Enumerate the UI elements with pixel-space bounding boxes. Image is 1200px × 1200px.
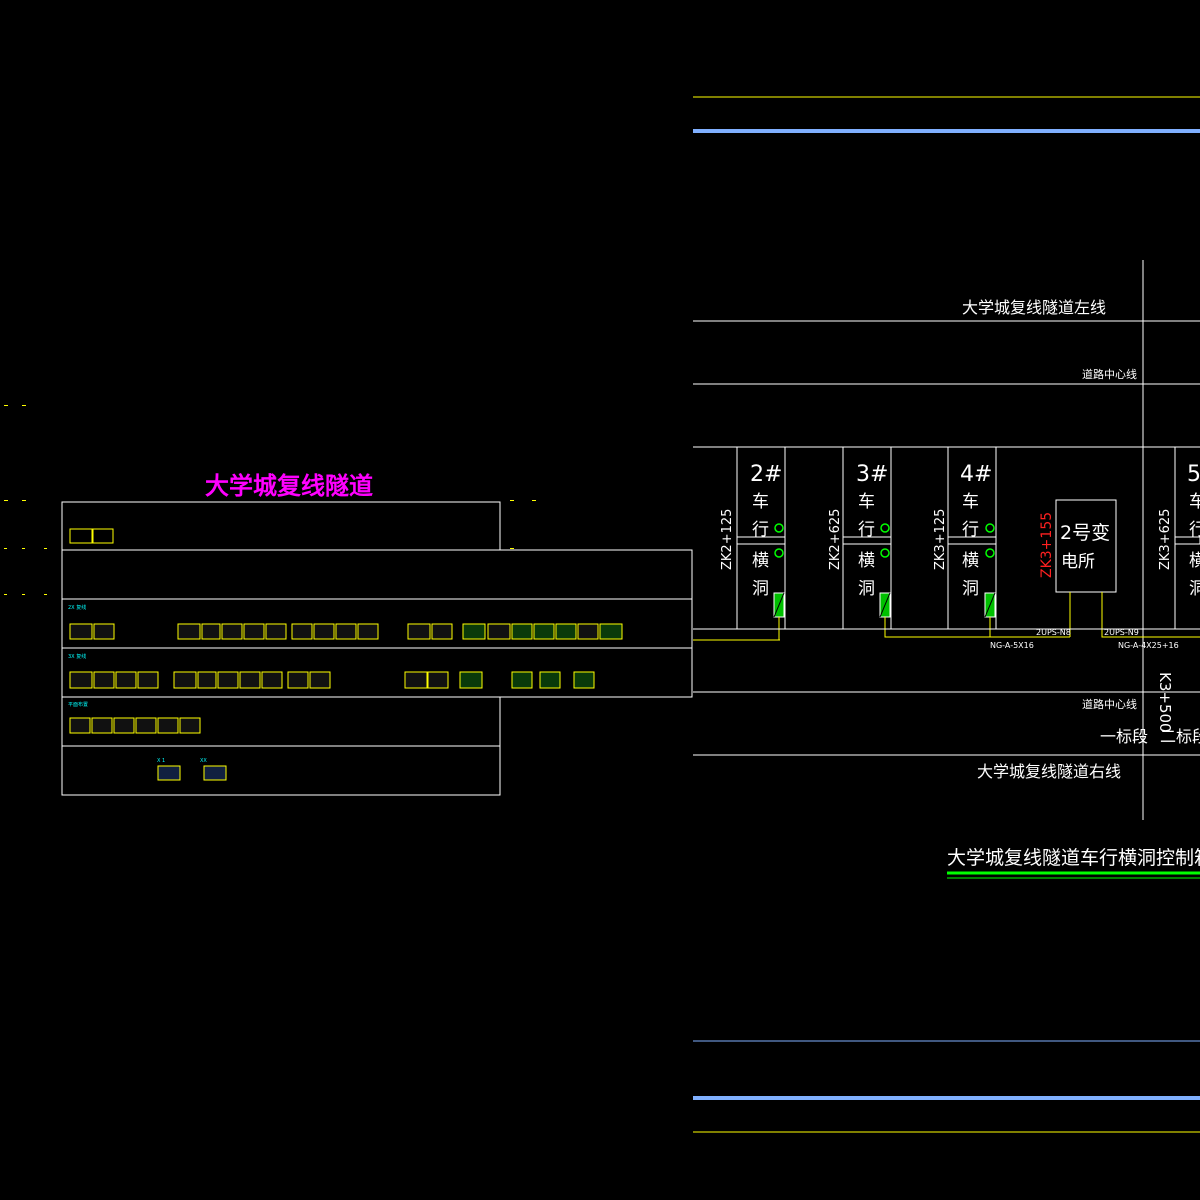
svg-text:行: 行	[962, 520, 979, 540]
legend-label-1: X 1	[157, 758, 165, 764]
legend-label-2: XX	[200, 758, 207, 764]
svg-text:车: 车	[752, 492, 769, 512]
substation-box	[1055, 499, 1117, 593]
drawing-title: 大学城复线隧道车行横洞控制箱平	[947, 847, 1200, 869]
thumbnail-row-4	[69, 717, 201, 734]
svg-text:车: 车	[858, 492, 875, 512]
passage-2: 2# 车 行 横 洞 ZK2+125	[720, 462, 785, 640]
cable-label-5x16: NG-A-5X16	[990, 641, 1034, 650]
passage-number: 2#	[750, 462, 782, 487]
passage-5: 5 车 行 横 洞 ZK3+625	[1158, 462, 1200, 599]
junction-icon	[985, 523, 995, 533]
junction-icon	[774, 548, 784, 558]
junction-icon	[985, 548, 995, 558]
svg-text:横: 横	[962, 551, 979, 571]
svg-text:洞: 洞	[858, 579, 875, 599]
passage-number: 5	[1187, 462, 1200, 487]
station-label: ZK2+625	[828, 509, 843, 570]
svg-text:横: 横	[752, 551, 769, 571]
svg-text:洞: 洞	[1189, 579, 1200, 599]
right-line-label: 大学城复线隧道右线	[977, 762, 1121, 781]
junction-icon	[880, 548, 890, 558]
substation-station: ZK3+155	[1039, 512, 1055, 578]
section-one-label: 一标段	[1100, 727, 1148, 746]
svg-text:车: 车	[962, 492, 979, 512]
svg-text:行: 行	[752, 520, 769, 540]
passage-number: 4#	[960, 462, 992, 487]
section-label-3x: 3X 复线	[68, 653, 86, 660]
passage-4: 4# 车 行 横 洞 ZK3+125	[933, 462, 996, 637]
station-label: ZK2+125	[720, 509, 735, 570]
overview-sheet: 大学城复线隧道 2X 复线 3X 复线 平面布置 X 1 XX	[4, 405, 693, 796]
plan-drawing: 大学城复线隧道左线 道路中心线 2# 车 行 横 洞 ZK2+125 3# 车 …	[693, 96, 1200, 1133]
svg-text:洞: 洞	[962, 579, 979, 599]
cable-label-4x25: NG-A-4X25+16	[1118, 641, 1179, 650]
svg-text:洞: 洞	[752, 579, 769, 599]
thumbnail-row-1	[69, 528, 114, 544]
svg-text:横: 横	[1189, 551, 1200, 571]
station-label: ZK3+625	[1158, 509, 1173, 570]
center-line-label-top: 道路中心线	[1082, 367, 1137, 381]
thumbnail-row-5	[157, 765, 227, 781]
passage-number: 3#	[856, 462, 888, 487]
section-label-plan: 平面布置	[68, 701, 88, 708]
svg-text:行: 行	[1189, 520, 1200, 540]
station-label: ZK3+125	[933, 509, 948, 570]
svg-text:横: 横	[858, 551, 875, 571]
section-two-label: 二标段	[1160, 727, 1200, 746]
cad-canvas: 大学城复线隧道 2X 复线 3X 复线 平面布置 X 1 XX 大学城复线隧道左…	[4, 96, 1200, 1133]
svg-text:行: 行	[858, 520, 875, 540]
junction-icon	[774, 523, 784, 533]
substation-2: 2号变 电所 ZK3+155	[1039, 499, 1200, 638]
center-line-label-bottom: 道路中心线	[1082, 697, 1137, 711]
substation-name-line2: 电所	[1061, 552, 1095, 572]
boundary-station: K3+500	[1156, 672, 1174, 733]
svg-text:车: 车	[1189, 492, 1200, 512]
section-label-2x: 2X 复线	[68, 604, 86, 611]
overview-title: 大学城复线隧道	[205, 472, 373, 500]
passage-3: 3# 车 行 横 洞 ZK2+625	[828, 462, 1070, 638]
left-line-label: 大学城复线隧道左线	[962, 298, 1106, 317]
substation-name-line1: 2号变	[1060, 522, 1110, 544]
junction-icon	[880, 523, 890, 533]
